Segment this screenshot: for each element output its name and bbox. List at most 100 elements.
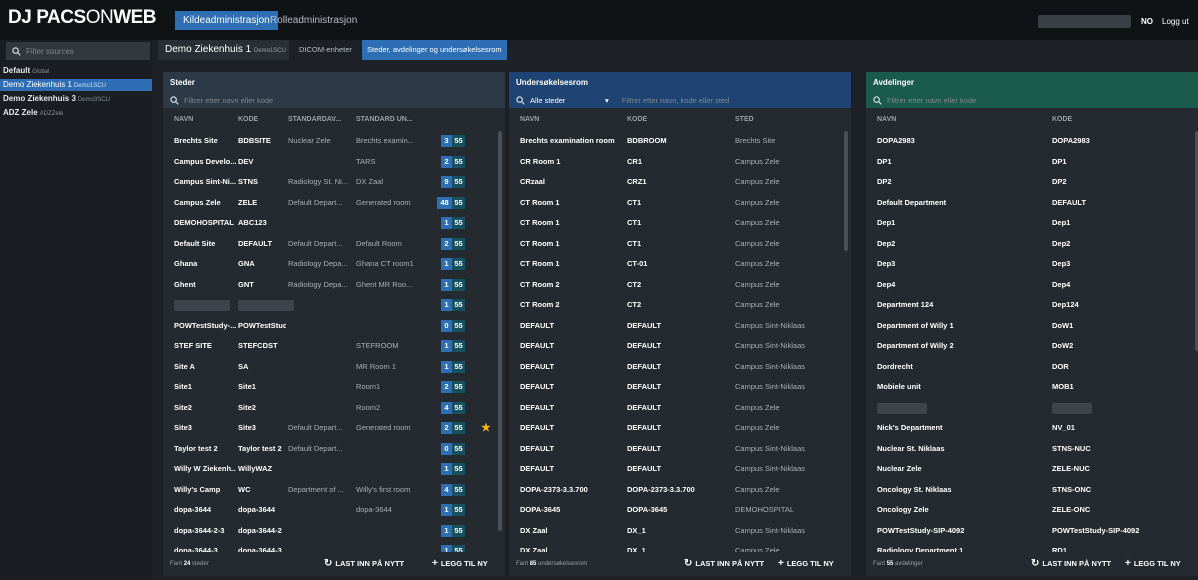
table-row[interactable]: Campus Develo... DEV TARS 2 55 <box>163 152 505 173</box>
table-row[interactable]: Department of Willy 1 DoW1 <box>866 316 1198 337</box>
table-row[interactable]: DEFAULT DEFAULT Campus Sint-Niklaas <box>509 439 851 460</box>
table-row[interactable]: Brechts Site BDBSITE Nuclear Zele Brechts e… <box>163 131 505 152</box>
tab-dicom-enheter[interactable]: DICOM-enheter <box>294 40 357 60</box>
table-row[interactable]: DP1 DP1 <box>866 152 1198 173</box>
table-row[interactable]: 1 55 <box>163 295 505 316</box>
table-row[interactable]: Mobiele unit MOB1 <box>866 377 1198 398</box>
avdelinger-filter-input[interactable]: Filtrer etter navn eller kode <box>866 92 1198 108</box>
table-row[interactable]: Site2 Site2 Room2 4 55 <box>163 398 505 419</box>
hospital-title: Demo Ziekenhuis 1 Demo1SCU <box>158 40 289 60</box>
column-header-kode[interactable]: KODE <box>1052 116 1072 123</box>
table-row[interactable]: CT Room 1 CT1 Campus Zele <box>509 234 851 255</box>
table-row[interactable]: CRzaal CRZ1 Campus Zele <box>509 172 851 193</box>
rom-count: Fant 85 undersøkelsesrom <box>516 561 587 567</box>
table-row[interactable]: Default Site DEFAULT Default Depart... Defa… <box>163 234 505 255</box>
table-row[interactable]: dopa-3644 dopa-3644 dopa-3644 1 55 <box>163 500 505 521</box>
column-header-standard-rom[interactable]: STANDARD UN... <box>356 116 413 123</box>
table-row[interactable]: Willy W Ziekenh... WillyWAZ 1 55 <box>163 459 505 480</box>
table-row[interactable]: DP2 DP2 <box>866 172 1198 193</box>
column-header-kode[interactable]: KODE <box>238 116 258 123</box>
table-row[interactable]: Dep2 Dep2 <box>866 234 1198 255</box>
table-row[interactable]: DEFAULT DEFAULT Campus Zele <box>509 398 851 419</box>
rom-scrollbar[interactable] <box>844 131 848 251</box>
table-row[interactable]: Department 124 Dep124 <box>866 295 1198 316</box>
language-selector[interactable]: NO <box>1141 17 1153 26</box>
rom-filter-input[interactable]: Alle steder ▾ Filtrer etter navn, kode e… <box>509 92 851 108</box>
table-row[interactable]: Default Department DEFAULT <box>866 193 1198 214</box>
cell-kode: SA <box>238 361 249 371</box>
table-row[interactable]: Nuclear St. Niklaas STNS-NUC <box>866 439 1198 460</box>
table-row[interactable]: Dep1 Dep1 <box>866 213 1198 234</box>
table-row[interactable]: CR Room 1 CR1 Campus Zele <box>509 152 851 173</box>
steder-add-button[interactable]: + LEGG TIL NY <box>432 558 488 569</box>
table-row[interactable]: Dep3 Dep3 <box>866 254 1198 275</box>
table-row[interactable]: DEFAULT DEFAULT Campus Sint-Niklaas <box>509 377 851 398</box>
table-row[interactable]: dopa-3644-3 dopa-3644-3 1 55 <box>163 541 505 552</box>
table-row[interactable]: DOPA-2373-3.3.700 DOPA-2373-3.3.700 Campus… <box>509 480 851 501</box>
table-row[interactable]: CT Room 1 CT-01 Campus Zele <box>509 254 851 275</box>
steder-scrollbar[interactable] <box>498 131 502 531</box>
table-row[interactable]: POWTestStudy-...POWTestStudy-... 055 <box>163 316 505 337</box>
avdelinger-reload-button[interactable]: ↻ LAST INN PÅ NYTT <box>1031 558 1111 569</box>
column-header-kode[interactable]: KODE <box>627 116 647 123</box>
table-row[interactable]: DEFAULT DEFAULT Campus Sint-Niklaas <box>509 336 851 357</box>
source-item-demo1[interactable]: Demo Ziekenhuis 1 Demo1SCU <box>0 79 152 91</box>
table-row[interactable]: DEFAULT DEFAULT Campus Zele <box>509 418 851 439</box>
table-row[interactable]: CT Room 2 CT2 Campus Zele <box>509 275 851 296</box>
table-row[interactable]: DX Zaal DX_1 Campus Zele <box>509 541 851 552</box>
table-row[interactable]: Site A SA MR Room 1 1 55 <box>163 357 505 378</box>
table-row[interactable]: Nuclear Zele ZELE-NUC <box>866 459 1198 480</box>
steder-filter-input[interactable]: Filtrer etter navn eller kode <box>163 92 505 108</box>
table-row[interactable]: Site1 Site1 Room1 2 55 <box>163 377 505 398</box>
table-row[interactable]: Dordrecht DOR <box>866 357 1198 378</box>
rom-add-button[interactable]: + LEGG TIL NY <box>778 558 834 569</box>
column-header-standard-avdeling[interactable]: STANDARDAV... <box>288 116 341 123</box>
table-row[interactable]: Campus Sint-Ni... STNS Radiology St. Ni...… <box>163 172 505 193</box>
table-row[interactable]: DEMOHOSPITAL ABC123 1 55 <box>163 213 505 234</box>
table-row[interactable]: Nick's Department NV_01 <box>866 418 1198 439</box>
table-row[interactable]: Campus Zele ZELE Default Depart... Generate… <box>163 193 505 214</box>
table-row[interactable]: Dep4 Dep4 <box>866 275 1198 296</box>
table-row[interactable]: DEFAULT DEFAULT Campus Sint-Niklaas <box>509 316 851 337</box>
table-row[interactable]: Department of Willy 2 DoW2 <box>866 336 1198 357</box>
source-item-adz-zele[interactable]: ADZ Zele ADZZele <box>0 107 152 119</box>
tab-steder-avdelinger[interactable]: Steder, avdelinger og undersøkelsesrom <box>362 40 507 60</box>
table-row[interactable]: dopa-3644-2-3 dopa-3644-2 1 55 <box>163 521 505 542</box>
table-row[interactable]: DOPA-3645 DOPA-3645 DEMOHOSPITAL <box>509 500 851 521</box>
table-row[interactable]: CT Room 2 CT2 Campus Zele <box>509 295 851 316</box>
source-filter-input[interactable]: Filter sources <box>6 42 150 60</box>
column-header-sted[interactable]: STED <box>735 116 754 123</box>
column-header-navn[interactable]: NAVN <box>520 116 539 123</box>
table-row[interactable]: Oncology Zele ZELE-ONC <box>866 500 1198 521</box>
table-row[interactable]: CT Room 1 CT1 Campus Zele <box>509 193 851 214</box>
rom-reload-button[interactable]: ↻ LAST INN PÅ NYTT <box>684 558 764 569</box>
chevron-down-icon[interactable]: ▾ <box>605 96 609 105</box>
table-row[interactable]: DX Zaal DX_1 Campus Sint-Niklaas <box>509 521 851 542</box>
table-row[interactable] <box>866 398 1198 419</box>
column-header-navn[interactable]: NAVN <box>877 116 896 123</box>
table-row[interactable]: STEF SITE STEFCDST STEFROOM 1 55 <box>163 336 505 357</box>
logout-link[interactable]: Logg ut <box>1162 17 1189 26</box>
table-row[interactable]: DEFAULT DEFAULT Campus Sint-Niklaas <box>509 357 851 378</box>
tab-rolleadministrasjon[interactable]: Rolleadministrasjon <box>262 11 365 30</box>
table-row[interactable]: Site3 Site3 Default Depart... Generated roo… <box>163 418 505 439</box>
source-item-demo3[interactable]: Demo Ziekenhuis 3 Demo3SCU <box>0 93 152 105</box>
table-row[interactable]: Oncology St. Niklaas STNS-ONC <box>866 480 1198 501</box>
table-row[interactable]: Willy's Camp WC Department of ... Willy's f… <box>163 480 505 501</box>
table-row[interactable]: Brechts examination room BDBROOM Brechts S… <box>509 131 851 152</box>
user-name-redacted[interactable] <box>1038 15 1131 28</box>
table-row[interactable]: Radiology Department 1 RD1 <box>866 541 1198 552</box>
table-row[interactable]: DEFAULT DEFAULT Campus Sint-Niklaas <box>509 459 851 480</box>
steder-reload-button[interactable]: ↻ LAST INN PÅ NYTT <box>324 558 404 569</box>
column-header-navn[interactable]: NAVN <box>174 116 193 123</box>
table-row[interactable]: CT Room 1 CT1 Campus Zele <box>509 213 851 234</box>
table-row[interactable]: Ghana GNA Radiology Depa... Ghana CT room1 1… <box>163 254 505 275</box>
table-row[interactable]: DOPA2983 DOPA2983 <box>866 131 1198 152</box>
table-row[interactable]: Taylor test 2 Taylor test 2 Default Depart… <box>163 439 505 460</box>
source-item-default[interactable]: Default Global <box>0 65 152 77</box>
site-select-value[interactable]: Alle steder <box>530 96 600 105</box>
table-row[interactable]: Ghent GNT Radiology Depa... Ghent MR Roo...… <box>163 275 505 296</box>
avdelinger-add-button[interactable]: + LEGG TIL NY <box>1125 558 1181 569</box>
table-row[interactable]: POWTestStudy-SIP-4092 POWTestStudy-SIP-40… <box>866 521 1198 542</box>
star-icon[interactable]: ★ <box>481 418 491 439</box>
